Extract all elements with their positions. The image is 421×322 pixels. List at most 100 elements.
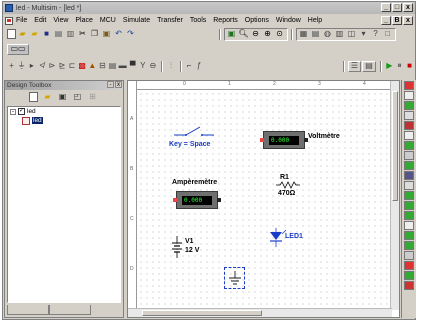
zoom-in-icon[interactable]: 🔍︎ bbox=[238, 29, 249, 40]
pause-icon[interactable]: ⏸ bbox=[395, 61, 404, 72]
document-icon[interactable] bbox=[5, 16, 13, 25]
instruments-list-icon[interactable]: ▤ bbox=[362, 60, 376, 72]
bus-icon[interactable]: ⌐ bbox=[185, 61, 194, 72]
new-sheet-icon[interactable] bbox=[29, 92, 38, 102]
maximize-button[interactable]: □ bbox=[392, 3, 402, 12]
tree-item-led-project[interactable]: - ✓ led bbox=[8, 107, 120, 116]
tree-expander[interactable]: - bbox=[10, 108, 16, 115]
cmos-icon[interactable]: ⊏ bbox=[68, 61, 77, 72]
print-preview-icon[interactable]: ▥ bbox=[65, 29, 76, 40]
logic-analyzer-icon[interactable] bbox=[404, 161, 414, 170]
menu-window[interactable]: Window bbox=[276, 17, 301, 24]
agilent-generator-icon[interactable] bbox=[404, 221, 414, 230]
sheet-properties-icon[interactable]: ◰ bbox=[72, 92, 83, 103]
word-generator-icon[interactable] bbox=[404, 151, 414, 160]
menu-options[interactable]: Options bbox=[245, 17, 269, 24]
sim-icon[interactable]: ▭▭ bbox=[7, 43, 29, 55]
menu-view[interactable]: View bbox=[53, 17, 68, 24]
misc-icon[interactable]: ▬ bbox=[118, 61, 127, 72]
ammeter-component[interactable]: 0.000 bbox=[173, 191, 221, 209]
spectrum-analyzer-icon[interactable] bbox=[404, 201, 414, 210]
cut-icon[interactable]: ✂ bbox=[77, 29, 88, 40]
fullscreen-icon[interactable]: ▣ bbox=[226, 29, 237, 40]
schematic-canvas[interactable]: 0 1 2 3 4 A B C D Key = Space 0.000 Volt… bbox=[127, 80, 400, 318]
menu-help[interactable]: Help bbox=[308, 17, 322, 24]
doc-close-button[interactable]: x bbox=[403, 16, 413, 25]
source-icon[interactable]: + bbox=[7, 61, 16, 72]
zoom-area-icon[interactable]: ⊕ bbox=[262, 29, 273, 40]
list-icon[interactable]: ▾ bbox=[358, 29, 369, 40]
ttl-icon[interactable]: ⊵ bbox=[57, 61, 66, 72]
new-icon[interactable] bbox=[7, 29, 16, 39]
box-icon[interactable]: □ bbox=[382, 29, 393, 40]
copy-icon[interactable]: ❐ bbox=[89, 29, 100, 40]
power-icon[interactable]: ▤ bbox=[108, 61, 117, 72]
hierarchical-icon[interactable]: ⫶ bbox=[166, 61, 175, 72]
toolbox-tab-2[interactable] bbox=[49, 305, 91, 315]
vertical-scroll-thumb[interactable] bbox=[392, 91, 398, 201]
zoom-fit-icon[interactable]: ⊙ bbox=[274, 29, 285, 40]
open-folder-icon[interactable]: ▰ bbox=[42, 92, 53, 103]
help-icon[interactable]: ? bbox=[370, 29, 381, 40]
iv-analyzer-icon[interactable] bbox=[404, 181, 414, 190]
voltmeter-component[interactable]: 0.000 bbox=[260, 131, 308, 149]
menu-edit[interactable]: Edit bbox=[34, 17, 46, 24]
menu-tools[interactable]: Tools bbox=[190, 17, 206, 24]
doc-minimize-button[interactable]: _ bbox=[381, 16, 391, 25]
redo-icon[interactable]: ↷ bbox=[125, 29, 136, 40]
print-icon[interactable]: ▤ bbox=[53, 29, 64, 40]
hierarchy-icon[interactable]: ⊞ bbox=[87, 92, 98, 103]
indicator-icon[interactable]: ⊟ bbox=[98, 61, 107, 72]
agilent-scope-icon[interactable] bbox=[404, 241, 414, 250]
menu-transfer[interactable]: Transfer bbox=[157, 17, 183, 24]
analog-icon[interactable]: ⊳ bbox=[47, 61, 56, 72]
minimize-button[interactable]: _ bbox=[381, 3, 391, 12]
menu-place[interactable]: Place bbox=[75, 17, 93, 24]
open-folder-icon[interactable]: ▰ bbox=[29, 29, 40, 40]
ground-component[interactable] bbox=[224, 267, 245, 289]
zoom-out-icon[interactable]: ⊖ bbox=[250, 29, 261, 40]
horizontal-scrollbar[interactable] bbox=[128, 308, 392, 317]
diode-icon[interactable]: ▸ bbox=[27, 61, 36, 72]
stop-icon[interactable]: ■ bbox=[405, 61, 414, 72]
vertical-scrollbar[interactable] bbox=[390, 81, 399, 310]
tektronix-scope-icon[interactable] bbox=[404, 251, 414, 260]
rf-icon[interactable]: ▀ bbox=[128, 61, 137, 72]
agilent-multimeter-icon[interactable] bbox=[404, 231, 414, 240]
mixed-icon[interactable]: ▲ bbox=[88, 61, 97, 72]
bode-plotter-icon[interactable] bbox=[404, 131, 414, 140]
distortion-analyzer-icon[interactable] bbox=[404, 191, 414, 200]
wattmeter-icon[interactable] bbox=[404, 101, 414, 110]
tree-item-led-sheet[interactable]: led bbox=[8, 116, 120, 125]
logic-converter-icon[interactable] bbox=[404, 171, 414, 180]
toolbox-close-button[interactable]: x bbox=[115, 81, 122, 88]
switch-component[interactable] bbox=[172, 123, 216, 141]
save-icon[interactable]: ▣ bbox=[57, 92, 68, 103]
paste-icon[interactable]: ▣ bbox=[101, 29, 112, 40]
instruments-toggle-icon[interactable]: ☰ bbox=[347, 60, 362, 72]
frequency-counter-icon[interactable] bbox=[404, 141, 414, 150]
design-toolbox-title[interactable]: Design Toolbox bbox=[5, 81, 123, 90]
postprocessor-icon[interactable]: ▥ bbox=[334, 29, 345, 40]
function-generator-icon[interactable] bbox=[404, 91, 414, 100]
run-icon[interactable]: ▶ bbox=[385, 61, 394, 72]
measurement-probe-icon[interactable] bbox=[404, 261, 414, 270]
design-toolbox-icon[interactable]: ▦ bbox=[298, 29, 309, 40]
oscilloscope-icon[interactable] bbox=[404, 111, 414, 120]
grapher-icon[interactable]: ◫ bbox=[346, 29, 357, 40]
undo-icon[interactable]: ↶ bbox=[113, 29, 124, 40]
toolbox-pin-button[interactable]: - bbox=[107, 81, 114, 88]
menu-file[interactable]: File bbox=[16, 17, 27, 24]
open-icon[interactable]: ▰ bbox=[17, 29, 28, 40]
menu-simulate[interactable]: Simulate bbox=[123, 17, 150, 24]
doc-restore-button[interactable]: B bbox=[392, 16, 402, 25]
transistor-icon[interactable]: ≮ bbox=[37, 61, 46, 72]
mcu-icon[interactable]: ⊖ bbox=[148, 61, 157, 72]
save-icon[interactable]: ■ bbox=[41, 29, 52, 40]
menu-mcu[interactable]: MCU bbox=[100, 17, 116, 24]
menu-reports[interactable]: Reports bbox=[213, 17, 238, 24]
database-icon[interactable]: ◍ bbox=[322, 29, 333, 40]
wire-icon[interactable]: ƒ bbox=[195, 61, 204, 72]
electromech-icon[interactable]: Y bbox=[138, 61, 147, 72]
multimeter-icon[interactable] bbox=[404, 81, 414, 90]
